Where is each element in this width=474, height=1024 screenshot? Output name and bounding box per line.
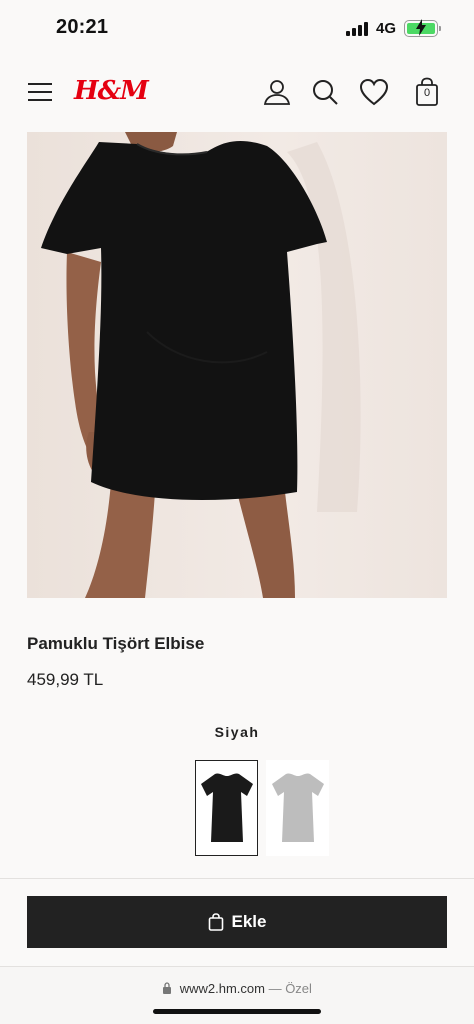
brand-logo[interactable]: H&M — [74, 76, 149, 106]
swatch-black[interactable] — [195, 760, 258, 856]
product-price: 459,99 TL — [27, 670, 104, 689]
status-indicators: 4G — [345, 19, 441, 37]
status-time: 20:21 — [56, 16, 109, 38]
cart-count: 0 — [423, 87, 431, 99]
browser-url-bar[interactable]: www2.hm.com — Özel — [0, 966, 474, 1024]
shopping-bag-icon[interactable]: 0 — [411, 76, 443, 108]
cellular-signal-icon — [345, 21, 368, 36]
search-icon[interactable] — [309, 76, 341, 108]
add-to-bag-button[interactable]: Ekle — [27, 896, 447, 948]
product-image[interactable] — [27, 132, 447, 598]
home-indicator[interactable] — [153, 1009, 321, 1014]
color-swatches — [195, 760, 329, 856]
site-header: H&M 0 — [0, 70, 474, 116]
private-mode-label: — Özel — [268, 981, 312, 996]
shopping-bag-icon — [208, 913, 223, 931]
url-text: www2.hm.com — [179, 981, 265, 996]
product-name: Pamuklu Tişört Elbise — [27, 634, 205, 653]
favorites-icon[interactable] — [358, 76, 390, 108]
swatch-gray[interactable] — [266, 760, 329, 856]
selected-color-label: Siyah — [214, 724, 260, 740]
lock-icon — [163, 982, 172, 994]
divider — [0, 878, 474, 879]
status-bar: 20:21 4G — [0, 0, 474, 56]
menu-icon[interactable] — [28, 83, 52, 101]
add-to-bag-label: Ekle — [231, 912, 267, 931]
url-display[interactable]: www2.hm.com — Özel — [0, 981, 474, 996]
network-type: 4G — [375, 20, 396, 37]
battery-charging-icon — [404, 19, 441, 37]
account-icon[interactable] — [261, 76, 293, 108]
